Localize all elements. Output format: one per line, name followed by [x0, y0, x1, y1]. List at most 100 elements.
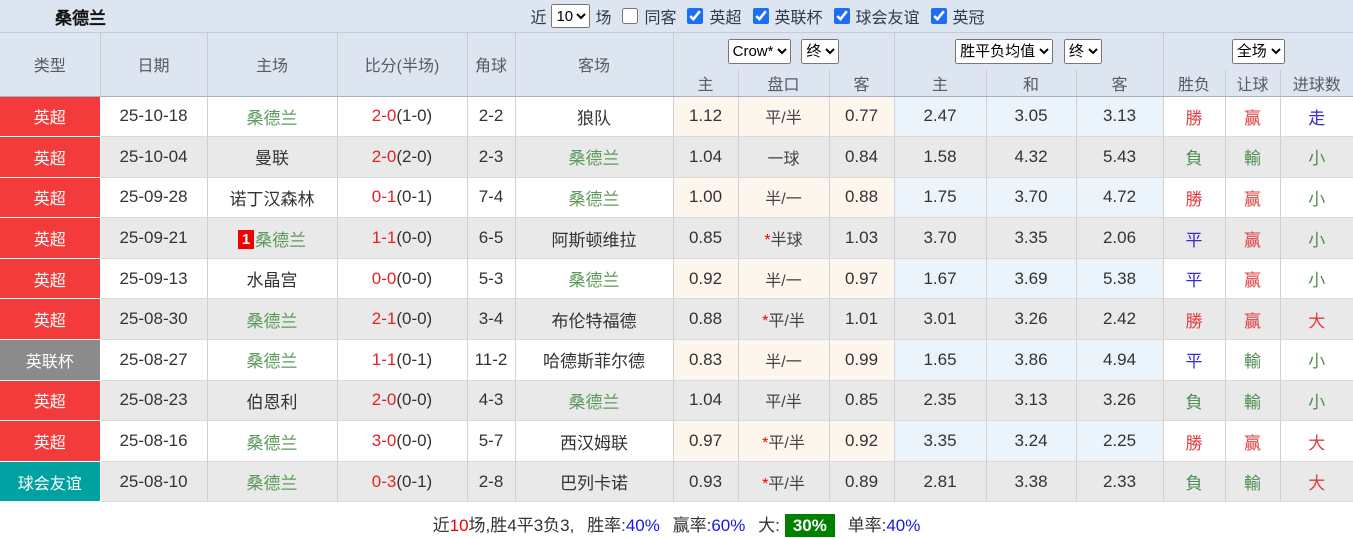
away-team-cell[interactable]: 狼队: [515, 96, 673, 137]
avg-odds-type-select[interactable]: 胜平负均值: [955, 39, 1053, 64]
checkbox-efl-cup[interactable]: [753, 8, 769, 24]
col-header-avg-home: 主: [894, 70, 986, 96]
away-team-name[interactable]: 狼队: [577, 109, 611, 128]
away-team-name[interactable]: 阿斯顿维拉: [552, 231, 637, 250]
col-header-handicap-result: 让球: [1225, 70, 1280, 96]
col-header-wdl: 胜负: [1163, 70, 1225, 96]
home-team-name[interactable]: 桑德兰: [247, 109, 298, 128]
summary-big-value: 30%: [785, 514, 835, 537]
corner-score: 4-3: [467, 380, 515, 421]
away-team-name[interactable]: 桑德兰: [569, 393, 620, 412]
checkbox-efl-cup-label[interactable]: 英联杯: [775, 4, 823, 28]
away-team-name[interactable]: 巴列卡诺: [560, 474, 628, 493]
odds-value: 0.88: [673, 299, 738, 340]
away-team-cell[interactable]: 哈德斯菲尔德: [515, 340, 673, 381]
avg-final-select[interactable]: 终: [1064, 39, 1102, 64]
home-team-cell[interactable]: 诺丁汉森林: [207, 177, 337, 218]
home-team-name[interactable]: 桑德兰: [247, 352, 298, 371]
summary-near-label: 近: [433, 516, 450, 535]
goals-result: 大: [1280, 421, 1353, 462]
table-row: 英超25-10-18桑德兰2-0(1-0)2-2狼队1.12平/半0.772.4…: [0, 96, 1353, 137]
home-team-cell[interactable]: 水晶宫: [207, 258, 337, 299]
match-score[interactable]: 2-0(0-0): [337, 380, 467, 421]
home-team-cell[interactable]: 桑德兰: [207, 461, 337, 502]
wdl-result: 平: [1163, 218, 1225, 259]
home-team-name[interactable]: 曼联: [255, 149, 289, 168]
away-team-name[interactable]: 西汉姆联: [560, 434, 628, 453]
away-team-cell[interactable]: 巴列卡诺: [515, 461, 673, 502]
home-team-name[interactable]: 诺丁汉森林: [230, 190, 315, 209]
bookmaker-select[interactable]: Crow*: [728, 39, 791, 64]
home-team-cell[interactable]: 桑德兰: [207, 96, 337, 137]
away-team-name[interactable]: 哈德斯菲尔德: [543, 352, 645, 371]
avg-odds-value: 4.94: [1076, 340, 1163, 381]
match-score[interactable]: 2-0(2-0): [337, 137, 467, 178]
match-score[interactable]: 0-1(0-1): [337, 177, 467, 218]
home-team-cell[interactable]: 1桑德兰: [207, 218, 337, 259]
home-team-name[interactable]: 水晶宫: [247, 271, 298, 290]
corner-score: 7-4: [467, 177, 515, 218]
match-score[interactable]: 2-0(1-0): [337, 96, 467, 137]
home-team-name[interactable]: 伯恩利: [247, 393, 298, 412]
odds-value: 0.97: [829, 258, 894, 299]
match-score[interactable]: 2-1(0-0): [337, 299, 467, 340]
checkbox-club-friendly[interactable]: [834, 8, 850, 24]
wdl-result: 勝: [1163, 177, 1225, 218]
odds-value: 0.88: [829, 177, 894, 218]
table-row: 球会友谊25-08-10桑德兰0-3(0-1)2-8巴列卡诺0.93*平/半0.…: [0, 461, 1353, 502]
checkbox-same-away[interactable]: [622, 8, 638, 24]
checkbox-same-away-label[interactable]: 同客: [644, 4, 676, 28]
odds-value: 0.89: [829, 461, 894, 502]
home-team-cell[interactable]: 伯恩利: [207, 380, 337, 421]
home-team-name[interactable]: 桑德兰: [247, 434, 298, 453]
odds-value: 0.99: [829, 340, 894, 381]
away-team-cell[interactable]: 桑德兰: [515, 380, 673, 421]
goals-result: 小: [1280, 177, 1353, 218]
match-score[interactable]: 3-0(0-0): [337, 421, 467, 462]
away-team-name[interactable]: 布伦特福德: [552, 312, 637, 331]
away-team-name[interactable]: 桑德兰: [569, 271, 620, 290]
odds-value: 0.93: [673, 461, 738, 502]
match-score[interactable]: 0-0(0-0): [337, 258, 467, 299]
match-score[interactable]: 0-3(0-1): [337, 461, 467, 502]
away-team-cell[interactable]: 阿斯顿维拉: [515, 218, 673, 259]
fulltime-select[interactable]: 全场: [1232, 39, 1285, 64]
away-team-cell[interactable]: 桑德兰: [515, 258, 673, 299]
away-team-cell[interactable]: 布伦特福德: [515, 299, 673, 340]
match-date: 25-09-28: [100, 177, 207, 218]
odds-final-select[interactable]: 终: [801, 39, 839, 64]
home-team-name[interactable]: 桑德兰: [247, 474, 298, 493]
col-header-home: 主场: [207, 33, 337, 96]
checkbox-premier-league[interactable]: [687, 8, 703, 24]
match-date: 25-08-23: [100, 380, 207, 421]
home-team-cell[interactable]: 曼联: [207, 137, 337, 178]
home-team-name[interactable]: 桑德兰: [255, 231, 306, 250]
table-row: 英超25-09-211桑德兰1-1(0-0)6-5阿斯顿维拉0.85*半球1.0…: [0, 218, 1353, 259]
recent-count-select[interactable]: 10: [551, 4, 590, 28]
away-team-cell[interactable]: 西汉姆联: [515, 421, 673, 462]
away-team-cell[interactable]: 桑德兰: [515, 177, 673, 218]
summary-winrate-label: 胜率:: [587, 516, 626, 535]
col-header-goals: 进球数: [1280, 70, 1353, 96]
home-team-cell[interactable]: 桑德兰: [207, 421, 337, 462]
goals-result: 小: [1280, 380, 1353, 421]
top-filter-bar: 桑德兰 近 10 场 同客 英超 英联杯 球会友谊 英冠: [0, 0, 1353, 33]
away-team-cell[interactable]: 桑德兰: [515, 137, 673, 178]
checkbox-club-friendly-label[interactable]: 球会友谊: [856, 4, 920, 28]
summary-winrate-value: 40%: [626, 516, 660, 535]
avg-odds-value: 2.42: [1076, 299, 1163, 340]
avg-odds-value: 2.25: [1076, 421, 1163, 462]
odds-value: 0.85: [829, 380, 894, 421]
summary-singlerate-value: 40%: [886, 516, 920, 535]
away-team-name[interactable]: 桑德兰: [569, 149, 620, 168]
match-score[interactable]: 1-1(0-0): [337, 218, 467, 259]
odds-value: 0.92: [829, 421, 894, 462]
home-team-cell[interactable]: 桑德兰: [207, 340, 337, 381]
checkbox-championship[interactable]: [931, 8, 947, 24]
checkbox-premier-league-label[interactable]: 英超: [709, 4, 741, 28]
checkbox-championship-label[interactable]: 英冠: [953, 4, 985, 28]
home-team-name[interactable]: 桑德兰: [247, 312, 298, 331]
away-team-name[interactable]: 桑德兰: [569, 190, 620, 209]
home-team-cell[interactable]: 桑德兰: [207, 299, 337, 340]
match-score[interactable]: 1-1(0-1): [337, 340, 467, 381]
